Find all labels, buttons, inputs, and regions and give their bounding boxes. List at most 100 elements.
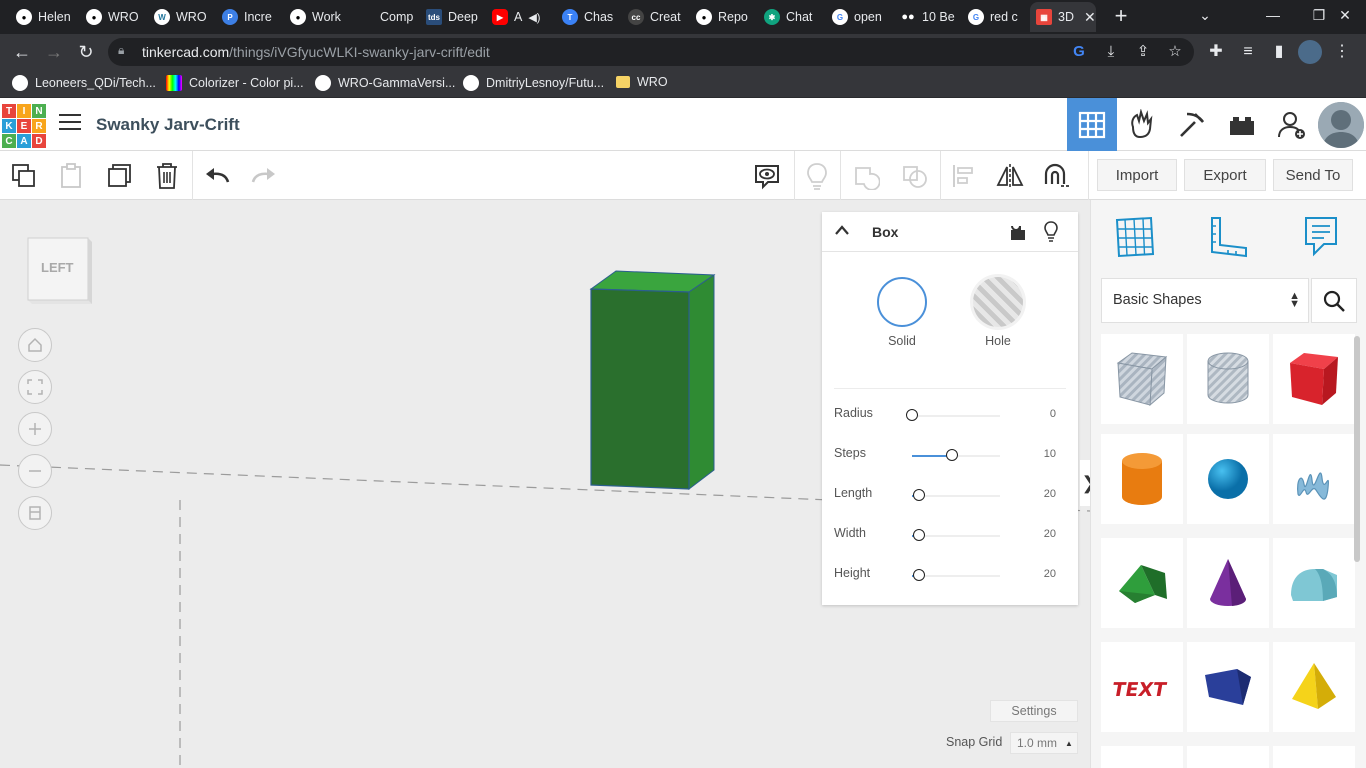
zoom-in-button[interactable]: [18, 412, 52, 446]
perspective-button[interactable]: [18, 496, 52, 530]
share-icon[interactable]: ⇪: [1132, 42, 1154, 62]
shape-search-button[interactable]: [1311, 278, 1357, 323]
height-slider[interactable]: [912, 575, 1000, 577]
pyramid-shape[interactable]: [1273, 642, 1355, 732]
text-shape[interactable]: TEXT: [1101, 642, 1183, 732]
browser-tab[interactable]: W WRO: [148, 2, 216, 32]
align-button[interactable]: [947, 159, 981, 193]
radius-slider[interactable]: [912, 415, 1000, 417]
browser-tab[interactable]: ▶ A ◀): [486, 2, 556, 32]
reload-button[interactable]: ↻: [73, 40, 99, 66]
new-tab-button[interactable]: +: [1108, 4, 1134, 30]
design-menu-icon[interactable]: [59, 114, 81, 134]
new-shape-button[interactable]: [7, 159, 41, 193]
sphere-shape[interactable]: [1187, 434, 1269, 524]
slider-knob[interactable]: [913, 529, 926, 541]
shape-tile-partial[interactable]: [1273, 746, 1355, 768]
extensions-icon[interactable]: ✚: [1204, 40, 1228, 64]
ruler-tool-button[interactable]: [1206, 214, 1250, 258]
zoom-out-button[interactable]: [18, 454, 52, 488]
minecraft-button[interactable]: [1167, 98, 1217, 151]
invite-user-button[interactable]: [1267, 98, 1317, 151]
slider-knob[interactable]: [906, 409, 918, 421]
close-window-button[interactable]: ✕: [1322, 0, 1366, 34]
collapse-chevron-icon[interactable]: [834, 224, 850, 236]
url-field[interactable]: 🔒︎ tinkercad.com/things/iVGfyucWLKI-swan…: [108, 38, 1194, 66]
scribble-shape[interactable]: [1273, 434, 1355, 524]
codeblocks-button[interactable]: [1117, 98, 1167, 151]
bricks-button[interactable]: [1217, 98, 1267, 151]
slider-knob[interactable]: [945, 449, 958, 461]
browser-tab[interactable]: Comp: [374, 2, 420, 32]
tab-search-icon[interactable]: ⌄: [1182, 0, 1228, 34]
browser-menu-icon[interactable]: ⋮: [1330, 40, 1354, 64]
side-panel-icon[interactable]: ▮: [1267, 40, 1291, 64]
shape-category-select[interactable]: Basic Shapes ▲ ▼: [1101, 278, 1309, 323]
show-all-button[interactable]: [750, 159, 784, 193]
settings-button[interactable]: Settings: [990, 700, 1078, 722]
cylinder-shape[interactable]: [1101, 434, 1183, 524]
box-shape-selected[interactable]: [589, 270, 716, 491]
panel-scrollbar[interactable]: [1354, 336, 1360, 562]
browser-tab[interactable]: ● WRO: [80, 2, 150, 32]
browser-tab[interactable]: G red c: [962, 2, 1028, 32]
unlock-icon[interactable]: [1010, 221, 1026, 241]
send-to-button[interactable]: Send To: [1273, 159, 1353, 191]
slider-knob[interactable]: [913, 569, 926, 581]
cruise-button[interactable]: [1040, 159, 1074, 193]
cone-shape[interactable]: [1187, 538, 1269, 628]
bookmark-item[interactable]: Leoneers_QDi/Tech...: [12, 75, 156, 91]
browser-tab[interactable]: ✱ Chat: [758, 2, 824, 32]
property-value[interactable]: 20: [1044, 488, 1056, 500]
profile-icon[interactable]: [1298, 40, 1322, 64]
property-value[interactable]: 0: [1050, 408, 1056, 420]
lightbulb-icon[interactable]: [1043, 220, 1059, 242]
install-app-icon[interactable]: ⤓: [1100, 42, 1122, 62]
width-slider[interactable]: [912, 535, 1000, 537]
property-value[interactable]: 20: [1044, 568, 1056, 580]
box-shape[interactable]: [1273, 334, 1355, 424]
browser-tab[interactable]: ● Repo: [690, 2, 758, 32]
box-hole-shape[interactable]: [1101, 334, 1183, 424]
fit-view-button[interactable]: [18, 370, 52, 404]
media-control-icon[interactable]: ≡: [1236, 40, 1260, 64]
avatar[interactable]: [1318, 102, 1364, 148]
browser-tab[interactable]: ● Work: [284, 2, 350, 32]
hole-swatch[interactable]: [973, 277, 1023, 327]
round-roof-shape[interactable]: [1273, 538, 1355, 628]
browser-tab[interactable]: P Incre: [216, 2, 284, 32]
forward-button[interactable]: →: [41, 40, 67, 66]
browser-tab-active[interactable]: ▦ 3D ✕: [1030, 2, 1096, 32]
ungroup-button[interactable]: [898, 159, 932, 193]
bookmark-item[interactable]: WRO-GammaVersi...: [315, 75, 455, 91]
snap-grid-select[interactable]: 1.0 mm ▲: [1010, 732, 1078, 754]
bookmark-star-icon[interactable]: ☆: [1164, 42, 1186, 62]
import-button[interactable]: Import: [1097, 159, 1177, 191]
mirror-button[interactable]: [993, 159, 1027, 193]
browser-tab[interactable]: T Chas: [556, 2, 622, 32]
shape-tile-partial[interactable]: [1187, 746, 1269, 768]
slider-knob[interactable]: [913, 489, 926, 501]
home-view-button[interactable]: [18, 328, 52, 362]
tinkercad-logo[interactable]: T I N K E R C A D: [2, 104, 46, 148]
paste-button[interactable]: [54, 159, 88, 193]
browser-tab[interactable]: G open: [826, 2, 894, 32]
bookmark-item[interactable]: Colorizer - Color pi...: [166, 75, 304, 91]
google-lens-icon[interactable]: G: [1068, 42, 1090, 62]
back-button[interactable]: ←: [9, 40, 35, 66]
bookmark-item[interactable]: WRO: [616, 75, 668, 89]
minimize-button[interactable]: —: [1250, 0, 1296, 34]
bookmark-item[interactable]: DmitriyLesnoy/Futu...: [463, 75, 604, 91]
notes-button[interactable]: [800, 159, 834, 193]
export-button[interactable]: Export: [1184, 159, 1266, 191]
roof-shape[interactable]: [1101, 538, 1183, 628]
group-button[interactable]: [849, 159, 883, 193]
browser-tab[interactable]: ●● 10 Be: [894, 2, 960, 32]
browser-tab[interactable]: tds Deep: [420, 2, 484, 32]
solid-swatch[interactable]: [877, 277, 927, 327]
duplicate-button[interactable]: [102, 159, 136, 193]
browser-tab[interactable]: ● Helen: [10, 2, 80, 32]
3d-design-view-button[interactable]: [1067, 98, 1117, 151]
workplane-tool-button[interactable]: [1113, 214, 1157, 258]
view-cube[interactable]: LEFT: [26, 234, 94, 304]
